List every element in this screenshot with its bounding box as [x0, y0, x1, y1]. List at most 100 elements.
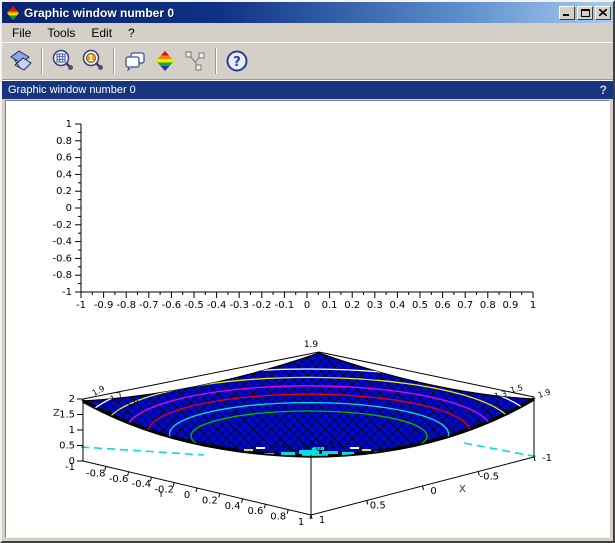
- svg-text:-0.2: -0.2: [52, 220, 72, 231]
- minimize-button[interactable]: [559, 6, 575, 20]
- zoom-area-icon: [51, 49, 75, 73]
- svg-text:0.4: 0.4: [225, 501, 241, 512]
- zoom-reset-icon: 1: [81, 49, 105, 73]
- close-icon: [599, 9, 607, 16]
- window-title: Graphic window number 0: [24, 6, 557, 20]
- svg-text:0.2: 0.2: [202, 495, 218, 506]
- svg-text:Y: Y: [157, 489, 165, 500]
- svg-text:0.7: 0.7: [316, 444, 329, 453]
- svg-text:0.5: 0.5: [370, 501, 386, 512]
- plots-svg: 10.80.60.40.20-0.2-0.4-0.6-0.8-1-1-0.9-0…: [6, 101, 607, 538]
- svg-text:0.4: 0.4: [389, 300, 405, 311]
- svg-text:X: X: [459, 484, 466, 495]
- svg-text:-0.6: -0.6: [52, 253, 72, 264]
- svg-text:0: 0: [304, 300, 310, 311]
- graphic-window: Graphic window number 0 File Tools Edit …: [0, 0, 615, 543]
- datatips-button[interactable]: [180, 46, 210, 76]
- plot2d-axes: 10.80.60.40.20-0.2-0.4-0.6-0.8-1-1-0.9-0…: [52, 119, 536, 311]
- svg-text:0.3: 0.3: [288, 444, 301, 453]
- svg-text:?: ?: [233, 55, 241, 70]
- toolbar-separator: [215, 48, 217, 74]
- copy-figure-icon: [123, 49, 147, 73]
- svg-text:0: 0: [430, 486, 436, 497]
- help-icon: ?: [225, 49, 249, 73]
- menu-file[interactable]: File: [4, 24, 39, 42]
- svg-text:-0.8: -0.8: [52, 270, 72, 281]
- svg-text:-0.4: -0.4: [207, 300, 227, 311]
- svg-text:-0.1: -0.1: [275, 300, 295, 311]
- svg-text:-1: -1: [65, 462, 75, 473]
- svg-text:0.4: 0.4: [56, 169, 72, 180]
- svg-text:0.2: 0.2: [56, 186, 72, 197]
- toolbar: 1: [2, 43, 613, 80]
- svg-text:0.3: 0.3: [367, 300, 383, 311]
- info-text: Graphic window number 0: [8, 84, 600, 96]
- svg-text:1.5: 1.5: [509, 383, 524, 395]
- svg-text:0.8: 0.8: [56, 136, 72, 147]
- close-button[interactable]: [595, 6, 611, 20]
- svg-text:0: 0: [66, 203, 72, 214]
- svg-text:1: 1: [88, 54, 94, 63]
- svg-text:1: 1: [66, 119, 72, 130]
- svg-text:1.9: 1.9: [91, 384, 106, 398]
- ged-button[interactable]: [150, 46, 180, 76]
- svg-text:0.5: 0.5: [412, 300, 428, 311]
- menu-tools[interactable]: Tools: [39, 24, 83, 42]
- svg-text:1.5: 1.5: [59, 410, 75, 421]
- scilab-app-icon: [6, 6, 20, 20]
- svg-text:0.6: 0.6: [435, 300, 451, 311]
- svg-text:-0.4: -0.4: [52, 237, 72, 248]
- svg-text:-0.5: -0.5: [184, 300, 204, 311]
- datatip-graph-icon: [183, 49, 207, 73]
- svg-text:-0.6: -0.6: [162, 300, 182, 311]
- copy-figure-button[interactable]: [120, 46, 150, 76]
- svg-text:1.1: 1.1: [330, 441, 343, 450]
- ged-diamond-icon: [153, 49, 177, 73]
- svg-text:-0.3: -0.3: [229, 300, 249, 311]
- rotate-button[interactable]: [6, 46, 36, 76]
- info-bar: Graphic window number 0 ?: [2, 80, 613, 99]
- toolbar-separator: [113, 48, 115, 74]
- plot3d-surface: 0.10.30.50.71.121.510.50-1Z-0.8-0.6-0.4-…: [53, 340, 552, 528]
- toolbar-separator: [41, 48, 43, 74]
- svg-text:-0.9: -0.9: [94, 300, 114, 311]
- menu-bar: File Tools Edit ?: [2, 23, 613, 43]
- svg-text:0.8: 0.8: [480, 300, 496, 311]
- svg-text:0.5: 0.5: [59, 441, 75, 452]
- maximize-button[interactable]: [577, 6, 593, 20]
- svg-text:1.9: 1.9: [304, 340, 319, 350]
- svg-text:0.6: 0.6: [247, 506, 263, 517]
- svg-text:1.9: 1.9: [537, 387, 552, 399]
- svg-text:0.2: 0.2: [344, 300, 360, 311]
- svg-text:1: 1: [530, 300, 536, 311]
- svg-text:-0.2: -0.2: [252, 300, 272, 311]
- menu-edit[interactable]: Edit: [83, 24, 120, 42]
- help-button[interactable]: ?: [222, 46, 252, 76]
- svg-text:0.6: 0.6: [56, 153, 72, 164]
- zoom-area-button[interactable]: [48, 46, 78, 76]
- rotate-icon: [9, 49, 33, 73]
- svg-text:-0.8: -0.8: [86, 468, 106, 479]
- info-help-icon[interactable]: ?: [600, 83, 607, 97]
- svg-text:-0.5: -0.5: [479, 472, 499, 483]
- svg-text:1: 1: [69, 425, 75, 436]
- svg-text:-1: -1: [76, 300, 86, 311]
- svg-text:0.8: 0.8: [270, 512, 286, 523]
- svg-text:Z: Z: [53, 408, 60, 419]
- svg-text:-1: -1: [62, 287, 72, 298]
- graphics-canvas[interactable]: 10.80.60.40.20-0.2-0.4-0.6-0.8-1-1-0.9-0…: [5, 100, 610, 538]
- svg-text:0.1: 0.1: [274, 441, 287, 450]
- svg-text:-1: -1: [542, 453, 552, 464]
- menu-help[interactable]: ?: [120, 24, 143, 42]
- svg-text:-0.6: -0.6: [109, 474, 129, 485]
- maximize-icon: [581, 9, 590, 17]
- svg-text:-0.7: -0.7: [139, 300, 159, 311]
- svg-text:0.9: 0.9: [502, 300, 518, 311]
- svg-text:-0.8: -0.8: [116, 300, 136, 311]
- svg-text:0: 0: [184, 490, 190, 501]
- svg-text:1: 1: [319, 515, 325, 526]
- svg-text:0.7: 0.7: [457, 300, 473, 311]
- zoom-reset-button[interactable]: 1: [78, 46, 108, 76]
- svg-text:-0.4: -0.4: [132, 479, 152, 490]
- title-bar[interactable]: Graphic window number 0: [2, 2, 613, 23]
